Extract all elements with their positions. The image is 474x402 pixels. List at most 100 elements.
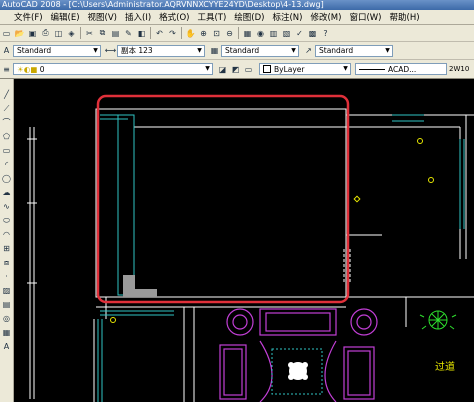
- copy-icon[interactable]: ⧉: [97, 28, 108, 39]
- paste-icon[interactable]: ▤: [110, 28, 121, 39]
- zoom-realtime-icon[interactable]: ⊕: [198, 28, 209, 39]
- window-door-details: [97, 114, 465, 402]
- menu-dimension[interactable]: 标注(N): [268, 11, 306, 23]
- make-block-icon[interactable]: ⧈: [1, 257, 12, 268]
- left-dimension-line: [27, 127, 37, 399]
- table-style-select[interactable]: Standard ▼: [221, 44, 299, 57]
- text-style-value: Standard: [17, 46, 52, 55]
- chevron-down-icon: ▼: [93, 46, 98, 54]
- multileader-style-select[interactable]: Standard ▼: [315, 44, 393, 57]
- menu-window[interactable]: 窗口(W): [345, 11, 385, 23]
- chevron-down-icon: ▼: [343, 65, 348, 72]
- multiline-text-icon[interactable]: A: [1, 341, 12, 352]
- linetype-preview: [359, 68, 385, 70]
- toolbar-separator: [150, 27, 151, 39]
- publish-icon[interactable]: ◈: [66, 28, 77, 39]
- window-title-bar: AutoCAD 2008 - [C:\Users\Administrator.A…: [0, 0, 474, 10]
- table-style-value: Standard: [225, 46, 260, 55]
- help-icon[interactable]: ?: [320, 28, 331, 39]
- new-file-icon[interactable]: ▭: [1, 28, 12, 39]
- table-style-icon[interactable]: ▦: [209, 45, 220, 56]
- dim-style-select[interactable]: 副本 123 ▼: [117, 44, 205, 57]
- circle-icon[interactable]: ◯: [1, 173, 12, 184]
- pan-icon[interactable]: ✋: [185, 28, 196, 39]
- region-icon[interactable]: ◎: [1, 313, 12, 324]
- menu-view[interactable]: 视图(V): [84, 11, 121, 23]
- linetype-value: ACAD...: [388, 64, 417, 74]
- gradient-icon[interactable]: ▤: [1, 299, 12, 310]
- revision-cloud-icon[interactable]: ☁: [1, 187, 12, 198]
- chevron-down-icon: ▼: [291, 46, 296, 54]
- line-icon[interactable]: ╱: [1, 89, 12, 100]
- floor-plan-drawing: [27, 94, 474, 402]
- color-select[interactable]: ByLayer ▼: [259, 63, 351, 75]
- save-icon[interactable]: ▣: [27, 28, 38, 39]
- text-style-icon[interactable]: A: [1, 45, 12, 56]
- rectangle-icon[interactable]: ▭: [1, 145, 12, 156]
- menu-help[interactable]: 帮助(H): [386, 11, 424, 23]
- construction-line-icon[interactable]: ⟋: [1, 103, 12, 114]
- ellipse-arc-icon[interactable]: ◠: [1, 229, 12, 240]
- markup-icon[interactable]: ✓: [294, 28, 305, 39]
- linetype-select[interactable]: ACAD...: [355, 63, 447, 75]
- preview-icon[interactable]: ◫: [53, 28, 64, 39]
- sheet-set-icon[interactable]: ▧: [281, 28, 292, 39]
- menu-insert[interactable]: 插入(I): [121, 11, 155, 23]
- color-swatch: [263, 65, 271, 73]
- point-icon[interactable]: ·: [1, 271, 12, 282]
- arc-icon[interactable]: ◜: [1, 159, 12, 170]
- menu-tools[interactable]: 工具(T): [193, 11, 230, 23]
- draw-toolbar: ╱ ⟋ ⌒ ⬠ ▭ ◜ ◯ ☁ ∿ ⬭ ◠ ⊞ ⧈ · ▨ ▤ ◎ ▦ A: [0, 79, 14, 402]
- block-editor-icon[interactable]: ◧: [136, 28, 147, 39]
- menu-modify[interactable]: 修改(M): [306, 11, 345, 23]
- redo-icon[interactable]: ↷: [167, 28, 178, 39]
- hatch-icon[interactable]: ▨: [1, 285, 12, 296]
- insert-block-icon[interactable]: ⊞: [1, 243, 12, 254]
- zoom-window-icon[interactable]: ⊡: [211, 28, 222, 39]
- chevron-down-icon: ▼: [205, 65, 210, 72]
- layer-manager-icon[interactable]: ≡: [1, 64, 12, 75]
- menu-bar: 文件(F) 编辑(E) 视图(V) 插入(I) 格式(O) 工具(T) 绘图(D…: [0, 10, 474, 25]
- layer-previous-icon[interactable]: ◩: [230, 64, 241, 75]
- plant-symbol: [419, 310, 457, 330]
- make-layer-current-icon[interactable]: ◪: [217, 64, 228, 75]
- tool-palettes-icon[interactable]: ▥: [268, 28, 279, 39]
- spline-icon[interactable]: ∿: [1, 201, 12, 212]
- multileader-style-value: Standard: [319, 46, 354, 55]
- design-center-icon[interactable]: ◉: [255, 28, 266, 39]
- menu-edit[interactable]: 编辑(E): [47, 11, 84, 23]
- text-style-select[interactable]: Standard ▼: [13, 44, 101, 57]
- multileader-style-icon[interactable]: ↗: [303, 45, 314, 56]
- calculator-icon[interactable]: ▩: [307, 28, 318, 39]
- menu-file[interactable]: 文件(F): [0, 11, 47, 23]
- light-fixture-points: [110, 138, 434, 323]
- polyline-icon[interactable]: ⌒: [1, 117, 12, 128]
- properties-icon[interactable]: ▦: [242, 28, 253, 39]
- toolbar-separator: [80, 27, 81, 39]
- plot-icon[interactable]: ⎙: [40, 28, 51, 39]
- dim-style-value: 副本 123: [121, 46, 153, 55]
- chevron-down-icon: ▼: [385, 46, 390, 54]
- layer-state-icons: ☀◐■: [17, 64, 40, 74]
- zoom-previous-icon[interactable]: ⊖: [224, 28, 235, 39]
- table-icon[interactable]: ▦: [1, 327, 12, 338]
- undo-icon[interactable]: ↶: [154, 28, 165, 39]
- menu-draw[interactable]: 绘图(D): [230, 11, 268, 23]
- open-file-icon[interactable]: 📂: [14, 28, 25, 39]
- layer-current-value: 0: [39, 64, 45, 74]
- center-ornament: [288, 362, 308, 380]
- cut-icon[interactable]: ✂: [84, 28, 95, 39]
- standard-toolbar: ▭ 📂 ▣ ⎙ ◫ ◈ ✂ ⧉ ▤ ✎ ◧ ↶ ↷ ✋ ⊕ ⊡ ⊖ ▦ ◉ ▥ …: [0, 25, 474, 42]
- polygon-icon[interactable]: ⬠: [1, 131, 12, 142]
- dim-style-icon[interactable]: ⟷: [105, 45, 116, 56]
- menu-format[interactable]: 格式(O): [155, 11, 193, 23]
- layer-tools-icon[interactable]: ▭: [243, 64, 254, 75]
- drawing-canvas[interactable]: 过道: [14, 79, 474, 402]
- match-properties-icon[interactable]: ✎: [123, 28, 134, 39]
- ellipse-icon[interactable]: ⬭: [1, 215, 12, 226]
- color-value: ByLayer: [274, 64, 305, 74]
- layer-select[interactable]: ☀◐■ 0 ▼: [13, 63, 213, 75]
- layers-properties-toolbar: ≡ ☀◐■ 0 ▼ ◪ ◩ ▭ ByLayer ▼ ACAD... 2W10: [0, 60, 474, 79]
- styles-toolbar: A Standard ▼ ⟷ 副本 123 ▼ ▦ Standard ▼ ↗ S…: [0, 42, 474, 60]
- chevron-down-icon: ▼: [197, 46, 202, 54]
